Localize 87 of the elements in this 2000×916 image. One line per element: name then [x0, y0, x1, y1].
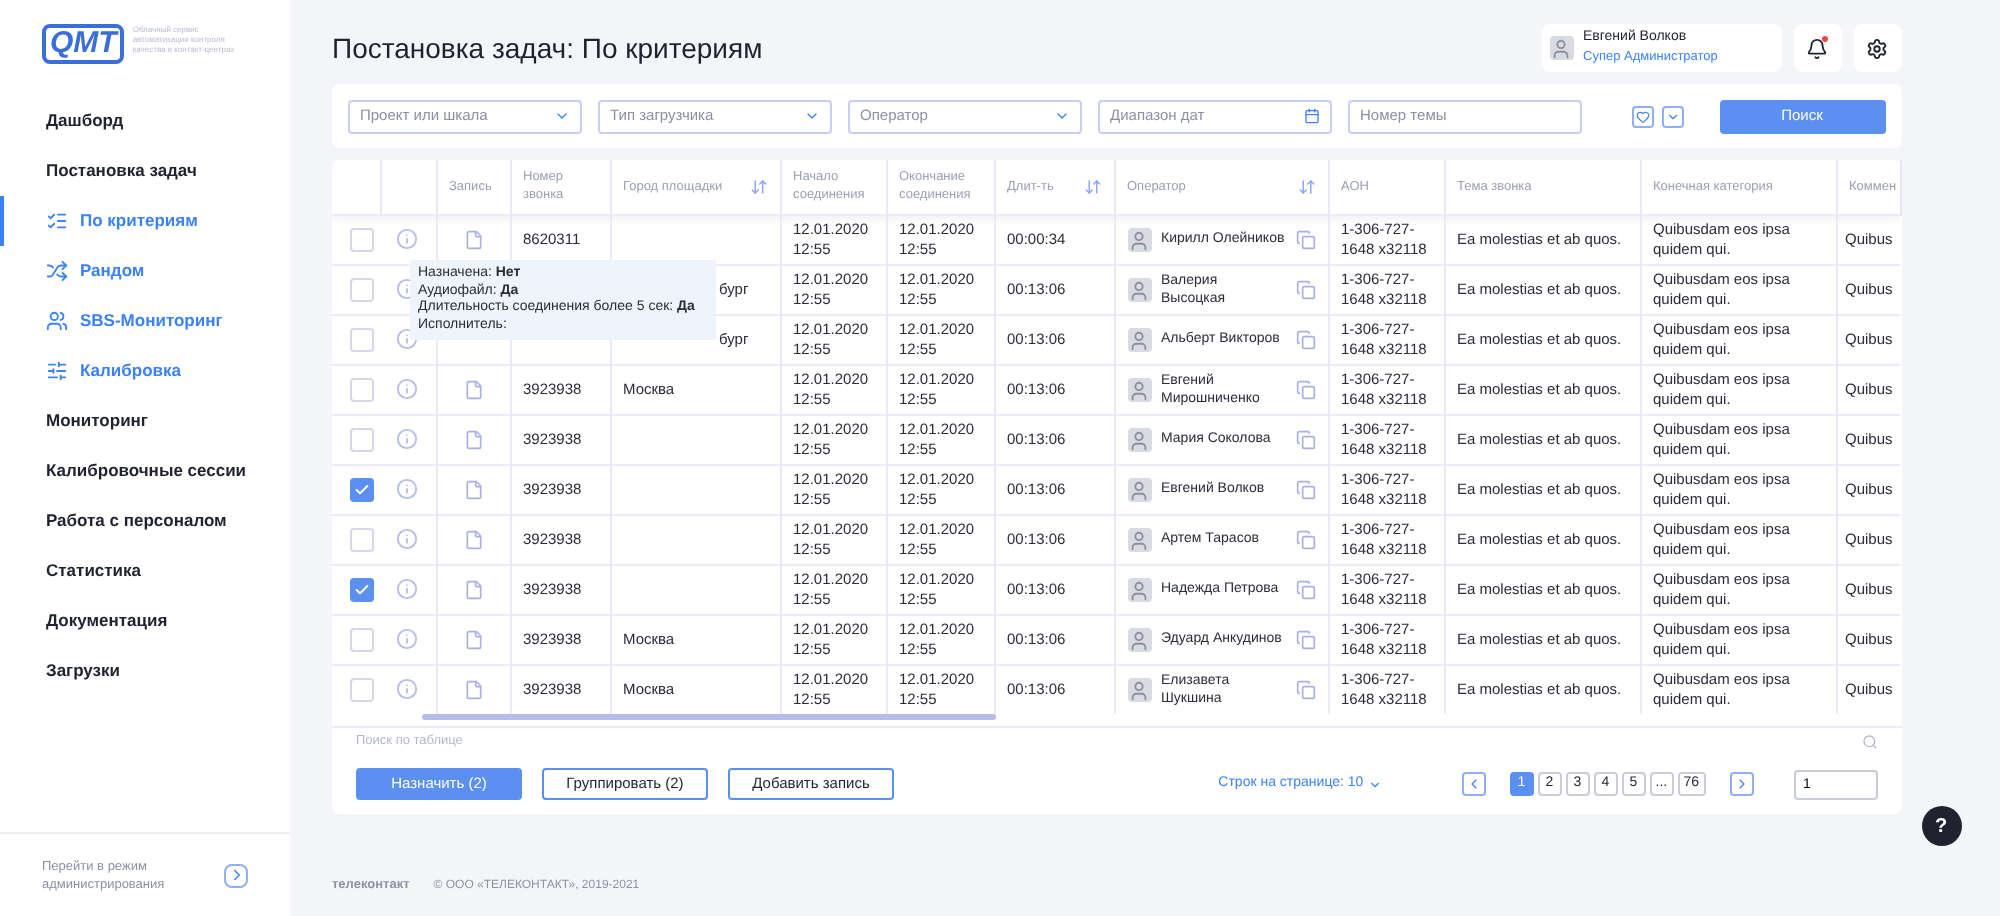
- copy-icon[interactable]: [1295, 379, 1315, 399]
- info-icon[interactable]: [396, 228, 419, 250]
- info-icon[interactable]: [396, 428, 419, 450]
- avatar: [1127, 327, 1151, 351]
- sidebar-item[interactable]: SBS-Мониторинг: [0, 296, 290, 346]
- sidebar-item[interactable]: Мониторинг: [0, 396, 290, 446]
- notifications-button[interactable]: [1793, 24, 1841, 72]
- row-checkbox[interactable]: [350, 277, 374, 301]
- sidebar-item[interactable]: Статистика: [0, 546, 290, 596]
- sidebar-item[interactable]: Калибровка: [0, 346, 290, 396]
- row-checkbox[interactable]: [350, 627, 374, 651]
- info-icon[interactable]: [396, 478, 419, 500]
- search-icon: [1861, 733, 1877, 749]
- help-button[interactable]: ?: [1921, 806, 1961, 846]
- avatar: [1127, 677, 1151, 702]
- page-title: Постановка задач: По критериям: [332, 29, 763, 68]
- info-icon[interactable]: [396, 378, 419, 400]
- sidebar-item[interactable]: По критериям: [0, 196, 290, 246]
- sort-icon[interactable]: [1083, 177, 1101, 196]
- record-file-icon[interactable]: [463, 479, 483, 499]
- next-page-button[interactable]: [1729, 772, 1753, 796]
- row-checkbox[interactable]: [350, 677, 374, 702]
- avatar: [1127, 477, 1151, 501]
- info-icon[interactable]: [396, 528, 419, 550]
- menu-item-icon: [46, 210, 68, 232]
- copy-icon[interactable]: [1295, 479, 1315, 499]
- record-file-icon[interactable]: [463, 379, 483, 399]
- dropdown-icon: [554, 108, 570, 124]
- settings-button[interactable]: [1853, 24, 1901, 72]
- avatar: [1127, 227, 1151, 251]
- record-file-icon[interactable]: [463, 579, 483, 599]
- avatar: [1127, 277, 1151, 301]
- row-checkbox[interactable]: [350, 327, 374, 351]
- menu-item-icon: [46, 260, 68, 282]
- menu-item-icon: [46, 310, 68, 332]
- copy-icon[interactable]: [1295, 679, 1315, 700]
- copy-icon[interactable]: [1295, 579, 1315, 599]
- copy-icon[interactable]: [1295, 229, 1315, 249]
- row-checkbox[interactable]: [350, 527, 374, 551]
- record-file-icon[interactable]: [463, 679, 483, 700]
- menu-item-icon: [46, 360, 68, 382]
- copy-icon[interactable]: [1295, 279, 1315, 299]
- check-icon: [354, 481, 370, 497]
- copy-icon[interactable]: [1295, 429, 1315, 449]
- logo: QMT: [42, 24, 125, 64]
- info-icon[interactable]: [396, 628, 419, 650]
- record-file-icon[interactable]: [463, 229, 483, 249]
- check-icon: [354, 581, 370, 597]
- row-checkbox[interactable]: [350, 577, 374, 601]
- sort-icon[interactable]: [1297, 177, 1315, 196]
- avatar: [1127, 577, 1151, 601]
- avatar: [1127, 527, 1151, 551]
- sidebar-item[interactable]: Работа с персоналом: [0, 496, 290, 546]
- settings-icon: [1866, 37, 1888, 59]
- admin-mode-button[interactable]: [224, 863, 248, 887]
- copy-icon[interactable]: [1295, 529, 1315, 549]
- record-file-icon[interactable]: [463, 429, 483, 449]
- calendar-icon: [1304, 108, 1320, 124]
- copy-icon[interactable]: [1295, 329, 1315, 349]
- sidebar-item[interactable]: Загрузки: [0, 646, 290, 696]
- row-checkbox[interactable]: [350, 427, 374, 451]
- sidebar-item[interactable]: Рандом: [0, 246, 290, 296]
- dropdown-icon: [1054, 108, 1070, 124]
- sidebar-item[interactable]: Калибровочные сессии: [0, 446, 290, 496]
- avatar: [1549, 36, 1573, 60]
- sort-icon[interactable]: [749, 177, 767, 196]
- info-icon[interactable]: [396, 328, 419, 350]
- avatar: [1127, 627, 1151, 651]
- row-checkbox[interactable]: [350, 377, 374, 401]
- sidebar-item[interactable]: Постановка задач: [0, 146, 290, 196]
- previous-page-button[interactable]: [1461, 772, 1486, 796]
- record-file-icon[interactable]: [463, 629, 483, 649]
- info-icon[interactable]: [396, 678, 419, 701]
- copy-icon[interactable]: [1295, 629, 1315, 649]
- dropdown-icon: [804, 108, 820, 124]
- favorite-button[interactable]: [1631, 105, 1653, 127]
- bell-icon: [1806, 37, 1828, 59]
- scrollbar[interactable]: [422, 714, 996, 720]
- sidebar-item[interactable]: Документация: [0, 596, 290, 646]
- avatar: [1127, 427, 1151, 451]
- sidebar-item[interactable]: Дашборд: [0, 96, 290, 146]
- row-checkbox[interactable]: [350, 477, 374, 501]
- row-checkbox[interactable]: [350, 227, 374, 251]
- expand-button[interactable]: [1661, 105, 1683, 127]
- record-file-icon[interactable]: [463, 529, 483, 549]
- avatar: [1127, 377, 1151, 401]
- info-icon[interactable]: [396, 578, 419, 600]
